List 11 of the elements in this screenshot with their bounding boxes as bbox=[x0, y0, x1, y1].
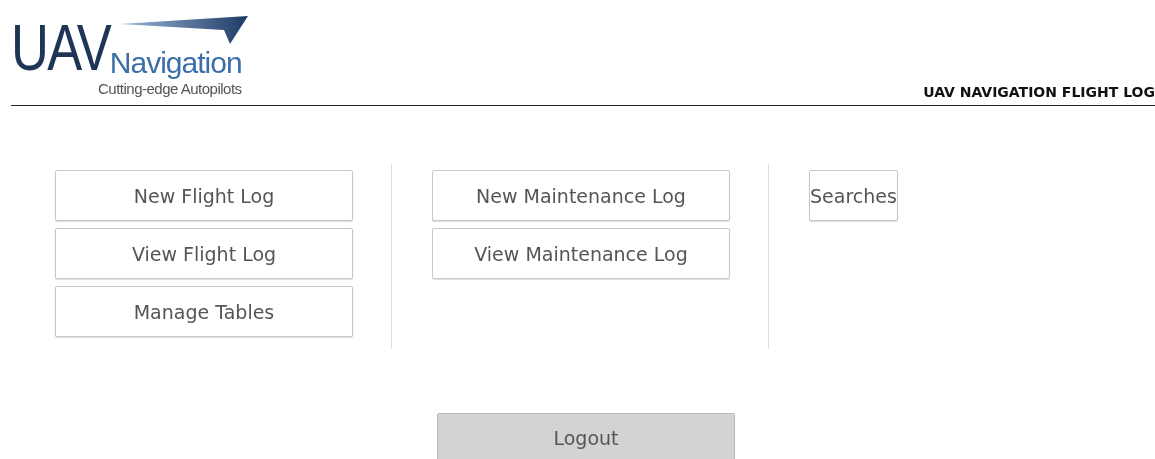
page-title: UAV NAVIGATION FLIGHT LOG bbox=[923, 84, 1155, 100]
menu-button[interactable]: View Flight Log bbox=[55, 228, 353, 279]
logo-tagline: Cutting-edge Autopilots bbox=[98, 80, 242, 97]
menu-button[interactable]: Manage Tables bbox=[55, 286, 353, 337]
menu-button[interactable]: New Maintenance Log bbox=[432, 170, 730, 221]
logo-wordmark: UAV bbox=[11, 18, 111, 78]
menu-button[interactable]: View Maintenance Log bbox=[432, 228, 730, 279]
logo-wordmark-secondary: Navigation bbox=[109, 48, 242, 78]
logout-button[interactable]: Logout bbox=[437, 413, 735, 459]
menu-button[interactable]: Searches bbox=[809, 170, 898, 221]
menu-button[interactable]: New Flight Log bbox=[55, 170, 353, 221]
